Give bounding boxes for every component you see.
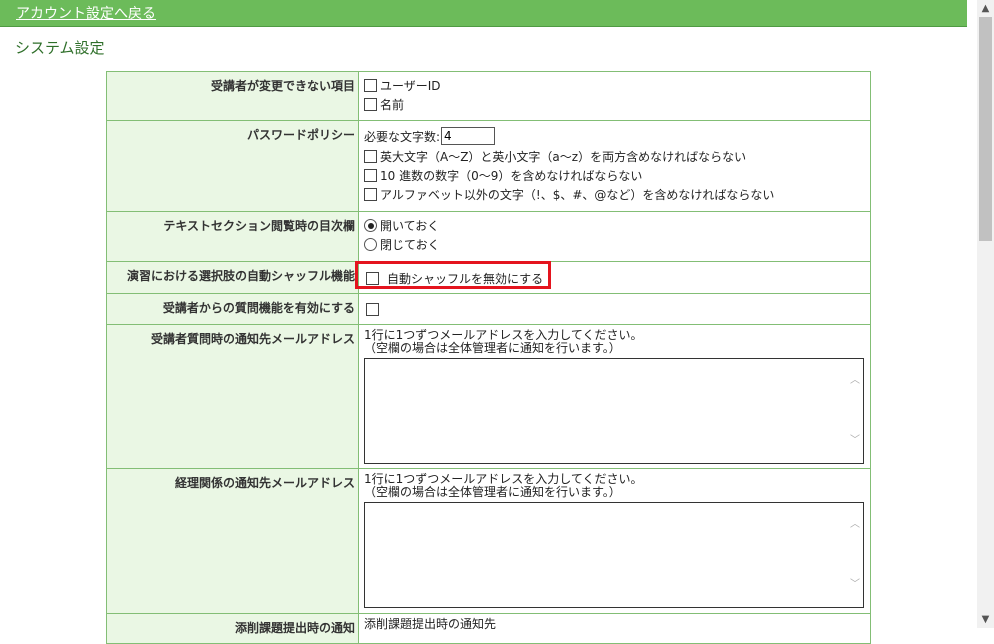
row-question-feature: 受講者からの質問機能を有効にする <box>106 293 871 325</box>
instruction-subtext: （空欄の場合は全体管理者に通知を行います。） <box>364 485 621 499</box>
accounting-email-textarea[interactable]: ︿ ﹀ <box>364 502 864 608</box>
row-toc-setting: テキストセクション閲覧時の目次欄 開いておく 閉じておく <box>106 211 871 262</box>
instruction-subtext: （空欄の場合は全体管理者に通知を行います。） <box>364 341 621 355</box>
toc-close-radio[interactable] <box>364 238 377 251</box>
vertical-scrollbar[interactable]: ▲ ▼ <box>977 0 994 628</box>
disable-shuffle-checkbox[interactable] <box>366 272 379 285</box>
row-label: 受講者が変更できない項目 <box>106 71 359 121</box>
toc-open-radio[interactable] <box>364 219 377 232</box>
chevron-up-icon: ︿ <box>850 519 860 530</box>
option-label: ユーザーID <box>380 79 441 93</box>
rule-digits[interactable]: 10 進数の数字（0～9）を含めなければならない <box>364 166 866 185</box>
row-auto-shuffle: 演習における選択肢の自動シャッフル機能 自動シャッフルを無効にする <box>106 261 871 294</box>
row-accounting-notify-email: 経理関係の通知先メールアドレス 1行に1つずつメールアドレスを入力してください。… <box>106 468 871 614</box>
upper-lower-checkbox[interactable] <box>364 150 377 163</box>
settings-table: 受講者が変更できない項目 ユーザーID 名前 パスワードポリシー 必要な文字数:… <box>106 71 871 644</box>
option-label: 自動シャッフルを無効にする <box>387 272 544 286</box>
min-chars-input[interactable] <box>441 127 496 145</box>
row-homework-notify: 添削課題提出時の通知 添削課題提出時の通知先 <box>106 613 871 644</box>
row-label: 演習における選択肢の自動シャッフル機能 <box>106 261 359 294</box>
min-chars-label: 必要な文字数: <box>364 129 441 144</box>
option-label: 開いておく <box>380 219 440 233</box>
row-password-policy: パスワードポリシー 必要な文字数: 英大文字（A～Z）と英小文字（a～z）を両方… <box>106 120 871 212</box>
toc-open-option[interactable]: 開いておく <box>364 216 866 235</box>
row-label: 受講者からの質問機能を有効にする <box>106 293 359 325</box>
rule-upper-lower[interactable]: 英大文字（A～Z）と英小文字（a～z）を両方含めなければならない <box>364 147 866 166</box>
row-label: パスワードポリシー <box>106 120 359 212</box>
option-user-id[interactable]: ユーザーID <box>364 76 866 95</box>
rule-label: 10 進数の数字（0～9）を含めなければならない <box>380 169 643 183</box>
name-checkbox[interactable] <box>364 98 377 111</box>
enable-question-checkbox[interactable] <box>366 303 379 316</box>
row-restricted-fields: 受講者が変更できない項目 ユーザーID 名前 <box>106 71 871 121</box>
row-question-notify-email: 受講者質問時の通知先メールアドレス 1行に1つずつメールアドレスを入力してくださ… <box>106 324 871 469</box>
rule-label: アルファベット以外の文字（!、$、#、@など）を含めなければならない <box>380 188 775 202</box>
page-title: システム設定 <box>15 39 105 57</box>
disable-shuffle-option[interactable]: 自動シャッフルを無効にする <box>364 269 866 288</box>
back-to-account-settings-link[interactable]: アカウント設定へ戻る <box>16 3 156 23</box>
notify-email-textarea[interactable]: ︿ ﹀ <box>364 358 864 464</box>
chevron-up-icon: ︿ <box>850 375 860 386</box>
toc-close-option[interactable]: 閉じておく <box>364 235 866 254</box>
homework-notify-text: 添削課題提出時の通知先 <box>364 617 497 631</box>
digits-checkbox[interactable] <box>364 169 377 182</box>
rule-symbols[interactable]: アルファベット以外の文字（!、$、#、@など）を含めなければならない <box>364 185 866 204</box>
row-label: 添削課題提出時の通知 <box>106 613 359 644</box>
user-id-checkbox[interactable] <box>364 79 377 92</box>
top-nav-bar: アカウント設定へ戻る <box>0 0 967 27</box>
option-label: 閉じておく <box>380 238 440 252</box>
option-name[interactable]: 名前 <box>364 95 866 114</box>
scroll-down-arrow-icon[interactable]: ▼ <box>977 611 994 628</box>
chevron-down-icon: ﹀ <box>850 579 860 590</box>
row-label: テキストセクション閲覧時の目次欄 <box>106 211 359 262</box>
symbols-checkbox[interactable] <box>364 188 377 201</box>
row-label: 受講者質問時の通知先メールアドレス <box>106 324 359 469</box>
row-label: 経理関係の通知先メールアドレス <box>106 468 359 614</box>
scroll-up-arrow-icon[interactable]: ▲ <box>977 0 994 17</box>
chevron-down-icon: ﹀ <box>850 435 860 446</box>
rule-label: 英大文字（A～Z）と英小文字（a～z）を両方含めなければならない <box>380 150 747 164</box>
option-label: 名前 <box>380 98 405 112</box>
scroll-thumb[interactable] <box>979 17 992 241</box>
